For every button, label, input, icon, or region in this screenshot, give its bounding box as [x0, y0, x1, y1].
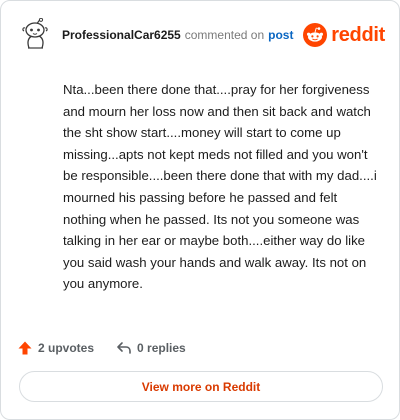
- replies-button[interactable]: 0 replies: [116, 340, 186, 356]
- comment-actions: 2 upvotes 0 replies: [17, 337, 186, 359]
- upvote-count: 2 upvotes: [38, 341, 95, 355]
- reddit-wordmark: reddit: [331, 23, 385, 46]
- reddit-logo-icon: [303, 23, 328, 47]
- byline: ProfessionalCar6255 commented on post: [62, 28, 293, 42]
- reddit-brand[interactable]: reddit: [303, 23, 385, 47]
- username[interactable]: ProfessionalCar6255: [62, 28, 181, 42]
- post-link[interactable]: post: [268, 28, 293, 42]
- snoo-avatar-icon[interactable]: [17, 17, 53, 53]
- view-more-button[interactable]: View more on Reddit: [19, 371, 383, 402]
- embedded-comment-card: ProfessionalCar6255 commented on post re…: [0, 0, 400, 420]
- comment-body: Nta...been there done that....pray for h…: [63, 82, 377, 292]
- upvote-arrow-icon: [18, 341, 32, 355]
- byline-action-text: commented on: [184, 28, 265, 42]
- upvote-button[interactable]: 2 upvotes: [17, 340, 94, 356]
- reply-arrow-icon: [117, 342, 131, 354]
- reply-count: 0 replies: [137, 341, 186, 355]
- comment-header: ProfessionalCar6255 commented on post re…: [17, 15, 385, 55]
